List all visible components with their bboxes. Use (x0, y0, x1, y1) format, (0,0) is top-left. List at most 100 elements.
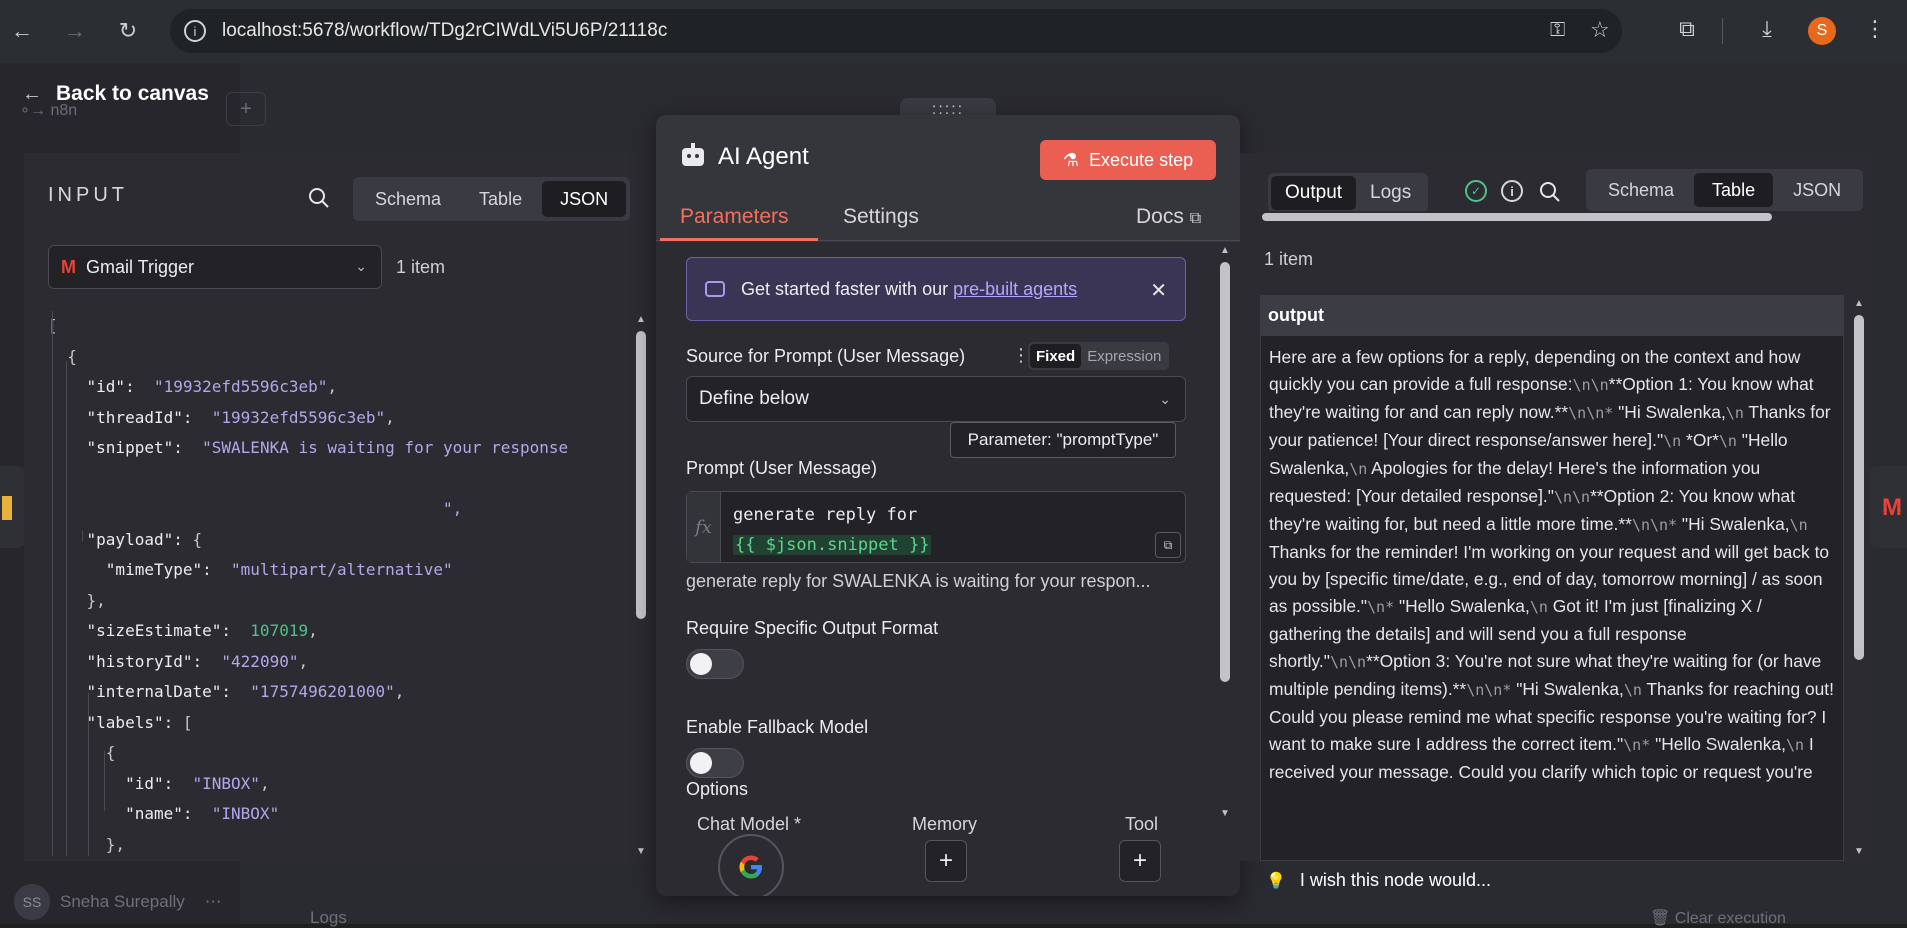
escape-sequence: \n\n (1553, 488, 1591, 506)
require-format-toggle[interactable] (686, 649, 744, 679)
search-icon[interactable] (1538, 180, 1562, 204)
gmail-icon: M (1882, 494, 1902, 521)
forward-arrow-icon[interactable]: → (55, 11, 95, 51)
output-panel: Output Logs ✓ i Schema Table JSON 1 item… (1240, 153, 1870, 861)
node-title: AI Agent (682, 143, 809, 171)
docs-link[interactable]: Docs ⧉ (1136, 205, 1201, 229)
input-scrollbar[interactable]: ▲ ▼ (634, 311, 648, 861)
tab-settings[interactable]: Settings (843, 205, 919, 229)
input-panel-title: INPUT (48, 184, 128, 206)
url-text: localhost:5678/workflow/TDg2rCIWdLVi5U6P… (222, 20, 668, 41)
back-arrow-icon: ← (22, 82, 42, 105)
execute-step-button[interactable]: ⚗ Execute step (1040, 140, 1216, 180)
prompt-source-select[interactable]: Define below ⌄ (686, 376, 1186, 422)
mode-expression[interactable]: Expression (1081, 344, 1167, 368)
view-table[interactable]: Table (461, 181, 540, 217)
tab-output[interactable]: Output (1271, 176, 1357, 210)
bookmark-star-icon[interactable]: ☆ (1590, 17, 1610, 43)
json-value-internaldate: "1757496201000" (250, 682, 395, 701)
input-item-count: 1 item (396, 257, 446, 277)
json-value-historyid: "422090" (221, 651, 299, 671)
escape-sequence: \n\n (1572, 376, 1609, 394)
escape-sequence: \n (1349, 460, 1368, 478)
tab-parameters[interactable]: Parameters (680, 205, 789, 229)
node-title-text: AI Agent (718, 143, 809, 170)
mode-fixed[interactable]: Fixed (1030, 344, 1082, 368)
prebuilt-agents-link[interactable]: pre-built agents (953, 279, 1077, 299)
address-bar[interactable]: i localhost:5678/workflow/TDg2rCIWdLVi5U… (170, 9, 1622, 53)
tab-logs[interactable]: Logs (1356, 176, 1425, 210)
add-memory-button[interactable]: + (925, 840, 967, 882)
output-item-count: 1 item (1264, 249, 1314, 269)
expand-editor-icon[interactable]: ⧉ (1155, 532, 1181, 558)
table-cell-output: Here are a few options for a reply, depe… (1260, 335, 1844, 861)
feedback-prompt[interactable]: 💡 I wish this node would... (1266, 870, 1491, 891)
memory-label: Memory (912, 814, 978, 834)
json-value-snippet-end: ", (442, 499, 463, 518)
trash-icon: 🗑 (1650, 910, 1671, 927)
more-icon: ⋯ (204, 892, 222, 911)
table-column-header: output (1260, 295, 1844, 335)
view-json[interactable]: JSON (542, 181, 627, 217)
view-schema[interactable]: Schema (1590, 173, 1692, 207)
horizontal-scrollbar[interactable] (1240, 211, 1870, 223)
modal-tabs: Parameters Settings Docs ⧉ (656, 197, 1240, 241)
escape-sequence: \n\n (1329, 653, 1367, 671)
json-value-label-name: "INBOX" (211, 804, 280, 823)
view-json[interactable]: JSON (1775, 173, 1859, 207)
previous-node-tab[interactable] (0, 466, 26, 548)
search-icon[interactable] (307, 186, 331, 210)
avatar: SS (14, 884, 50, 920)
next-node-tab[interactable]: M (1868, 466, 1907, 548)
chevron-down-icon: ⌄ (1159, 391, 1171, 407)
view-schema[interactable]: Schema (357, 181, 459, 217)
robot-icon (682, 143, 704, 166)
chevron-down-icon: ⌄ (355, 258, 367, 274)
output-text: "Hi Swalenka, (1511, 679, 1624, 699)
node-icon (2, 496, 12, 520)
escape-sequence: \n\n* (1466, 681, 1512, 699)
fallback-model-toggle[interactable] (686, 748, 744, 778)
json-viewer: [ { "id": "19932efd5596c3eb", "threadId"… (48, 311, 648, 856)
escape-sequence: \n (1623, 681, 1642, 699)
reload-icon[interactable]: ↻ (108, 11, 148, 51)
active-tab-indicator (660, 238, 818, 241)
google-gemini-chat-model[interactable] (718, 834, 784, 896)
options-label: Options (686, 779, 749, 799)
tool-label: Tool (1125, 814, 1159, 834)
prompt-preview: generate reply for SWALENKA is waiting f… (686, 571, 1151, 591)
back-to-canvas-button[interactable]: ← Back to canvas (22, 82, 209, 106)
browser-menu-icon[interactable]: ⋮ (1860, 14, 1890, 44)
extensions-icon[interactable]: ⧉ (1672, 14, 1702, 44)
escape-sequence: \n (1785, 736, 1804, 754)
parameters-scrollbar[interactable]: ▲ ▼ (1218, 242, 1232, 822)
output-scrollbar[interactable]: ▲ ▼ (1852, 295, 1866, 861)
require-format-label: Require Specific Output Format (686, 618, 939, 638)
gmail-icon: M (61, 256, 76, 277)
back-arrow-icon[interactable]: ← (2, 11, 42, 51)
json-value-label-id: "INBOX" (192, 773, 260, 793)
key-icon[interactable]: ⚿ (1550, 19, 1565, 42)
close-icon[interactable]: ✕ (1150, 278, 1167, 303)
input-view-switcher: Schema Table JSON (353, 177, 631, 221)
info-icon[interactable]: i (1501, 180, 1523, 202)
user-menu[interactable]: SS Sneha Surepally ⋯ (14, 884, 222, 920)
site-info-icon[interactable]: i (184, 20, 206, 42)
prompt-expression: {{ $json.snippet }} (733, 535, 932, 555)
add-tool-button[interactable]: + (1119, 840, 1161, 882)
lightbulb-icon: 💡 (1266, 872, 1286, 890)
bot-icon (705, 281, 725, 297)
output-text: "Hello Swalenka, (1394, 596, 1530, 616)
profile-avatar[interactable]: S (1808, 17, 1836, 45)
json-value-id: "19932efd5596c3eb" (153, 377, 328, 396)
view-table[interactable]: Table (1694, 173, 1774, 207)
chat-model-label: Chat Model * (697, 814, 802, 834)
prompt-expression-editor[interactable]: fx generate reply for {{ $json.snippet }… (686, 491, 1186, 563)
logs-label: Logs (310, 908, 347, 927)
toolbar-divider (1722, 18, 1723, 44)
add-node-button[interactable]: + (226, 92, 266, 126)
download-icon[interactable]: ⤓ (1752, 14, 1782, 44)
clear-execution-button[interactable]: 🗑 Clear execution (1650, 908, 1786, 928)
input-node-select[interactable]: M Gmail Trigger ⌄ (48, 245, 382, 289)
fixed-expression-toggle: Fixed Expression (1028, 342, 1170, 370)
